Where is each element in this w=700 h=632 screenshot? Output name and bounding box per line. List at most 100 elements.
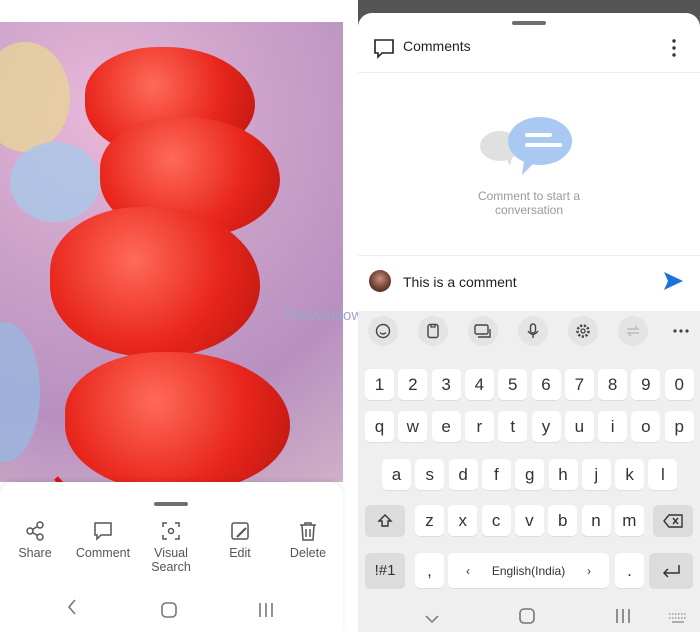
photo-viewer: TheWindowsClub Share Comment Visual Sear…	[0, 0, 401, 632]
home-icon	[161, 602, 177, 618]
recents-icon	[616, 609, 630, 623]
key-x[interactable]: x	[448, 505, 478, 536]
key-u[interactable]: u	[564, 411, 594, 442]
share-icon	[26, 521, 44, 541]
comment-icon	[94, 522, 112, 541]
key-a[interactable]: a	[382, 459, 411, 490]
spacebar[interactable]: ‹ English(India) ›	[448, 553, 609, 588]
share-button[interactable]: Share	[0, 520, 70, 560]
comment-input-row: This is a comment	[358, 255, 700, 318]
key-8[interactable]: 8	[598, 369, 628, 400]
key-i[interactable]: i	[598, 411, 628, 442]
language-label: English(India)	[491, 563, 566, 578]
clipboard-button[interactable]	[418, 316, 448, 346]
home-button[interactable]	[161, 601, 177, 624]
key-t[interactable]: t	[498, 411, 528, 442]
period-key[interactable]: .	[615, 553, 644, 588]
key-l[interactable]: l	[648, 459, 678, 490]
edit-button[interactable]: Edit	[205, 520, 275, 560]
backspace-key[interactable]	[653, 505, 693, 536]
key-b[interactable]: b	[548, 505, 578, 536]
conversation-illustration	[480, 117, 572, 175]
comma-key[interactable]: ,	[415, 553, 444, 588]
key-f[interactable]: f	[481, 459, 511, 490]
back-icon	[67, 599, 76, 615]
more-horizontal-icon	[673, 329, 689, 333]
keyboard-mode-button[interactable]	[468, 316, 498, 346]
voice-input-button[interactable]	[518, 316, 548, 346]
translate-button[interactable]	[618, 316, 648, 346]
keyboard-mode-icon	[474, 324, 491, 338]
settings-button[interactable]	[568, 316, 598, 346]
visual-search-button[interactable]: Visual Search	[136, 520, 206, 574]
enter-key[interactable]	[649, 553, 693, 588]
hide-keyboard-button[interactable]	[424, 611, 440, 629]
translate-icon	[626, 325, 640, 337]
more-options-icon[interactable]	[668, 37, 680, 59]
comments-panel: Comments Comment to start a conversation…	[358, 0, 700, 632]
comment-icon	[374, 39, 394, 59]
keyboard-switch-button[interactable]	[668, 611, 688, 629]
sheet-handle[interactable]	[154, 502, 188, 506]
keyboard: 1234567890 qwertyuiop asdfghjkl zxcvbnm !#1…	[358, 311, 700, 632]
comment-input[interactable]: This is a comment	[403, 274, 517, 290]
comments-title: Comments	[403, 38, 471, 54]
key-m[interactable]: m	[614, 505, 644, 536]
comments-header: Comments	[358, 27, 700, 73]
back-button[interactable]	[66, 598, 78, 622]
key-5[interactable]: 5	[498, 369, 528, 400]
key-h[interactable]: h	[548, 459, 578, 490]
keyboard-icon	[669, 613, 687, 623]
visual-search-icon	[162, 522, 180, 540]
home-icon	[519, 608, 535, 624]
recents-button[interactable]	[258, 601, 274, 624]
photo	[0, 22, 343, 482]
more-button[interactable]	[666, 316, 696, 346]
key-d[interactable]: d	[448, 459, 478, 490]
key-y[interactable]: y	[531, 411, 561, 442]
empty-state-text: Comment to start a conversation	[477, 189, 581, 217]
key-s[interactable]: s	[415, 459, 445, 490]
comment-button[interactable]: Comment	[68, 520, 138, 560]
shift-icon	[377, 513, 393, 527]
key-0[interactable]: 0	[664, 369, 694, 400]
key-6[interactable]: 6	[531, 369, 561, 400]
key-e[interactable]: e	[431, 411, 461, 442]
key-7[interactable]: 7	[564, 369, 594, 400]
key-9[interactable]: 9	[631, 369, 661, 400]
key-w[interactable]: w	[398, 411, 428, 442]
shift-key[interactable]	[365, 505, 405, 536]
key-v[interactable]: v	[514, 505, 544, 536]
send-icon[interactable]	[662, 270, 684, 292]
sheet-handle[interactable]	[512, 21, 546, 25]
symbols-key[interactable]: !#1	[365, 553, 405, 588]
language-prev-icon: ‹	[466, 563, 470, 578]
key-q[interactable]: q	[365, 411, 394, 442]
key-r[interactable]: r	[464, 411, 494, 442]
key-2[interactable]: 2	[398, 369, 428, 400]
delete-button[interactable]: Delete	[273, 520, 343, 560]
avatar	[369, 270, 391, 292]
key-4[interactable]: 4	[464, 369, 494, 400]
recents-icon	[259, 603, 273, 617]
key-g[interactable]: g	[515, 459, 545, 490]
key-c[interactable]: c	[481, 505, 511, 536]
key-k[interactable]: k	[615, 459, 645, 490]
key-j[interactable]: j	[581, 459, 611, 490]
backspace-icon	[663, 513, 683, 528]
enter-icon	[662, 564, 680, 578]
emoji-icon	[375, 323, 391, 339]
trash-icon	[300, 522, 316, 541]
key-o[interactable]: o	[631, 411, 661, 442]
language-next-icon: ›	[587, 563, 591, 578]
key-3[interactable]: 3	[431, 369, 461, 400]
emoji-button[interactable]	[368, 316, 398, 346]
clipboard-icon	[427, 323, 439, 339]
key-z[interactable]: z	[415, 505, 444, 536]
edit-icon	[231, 522, 249, 540]
key-p[interactable]: p	[664, 411, 694, 442]
home-button[interactable]	[519, 608, 535, 629]
recents-button[interactable]	[615, 608, 631, 629]
key-n[interactable]: n	[581, 505, 611, 536]
key-1[interactable]: 1	[365, 369, 394, 400]
